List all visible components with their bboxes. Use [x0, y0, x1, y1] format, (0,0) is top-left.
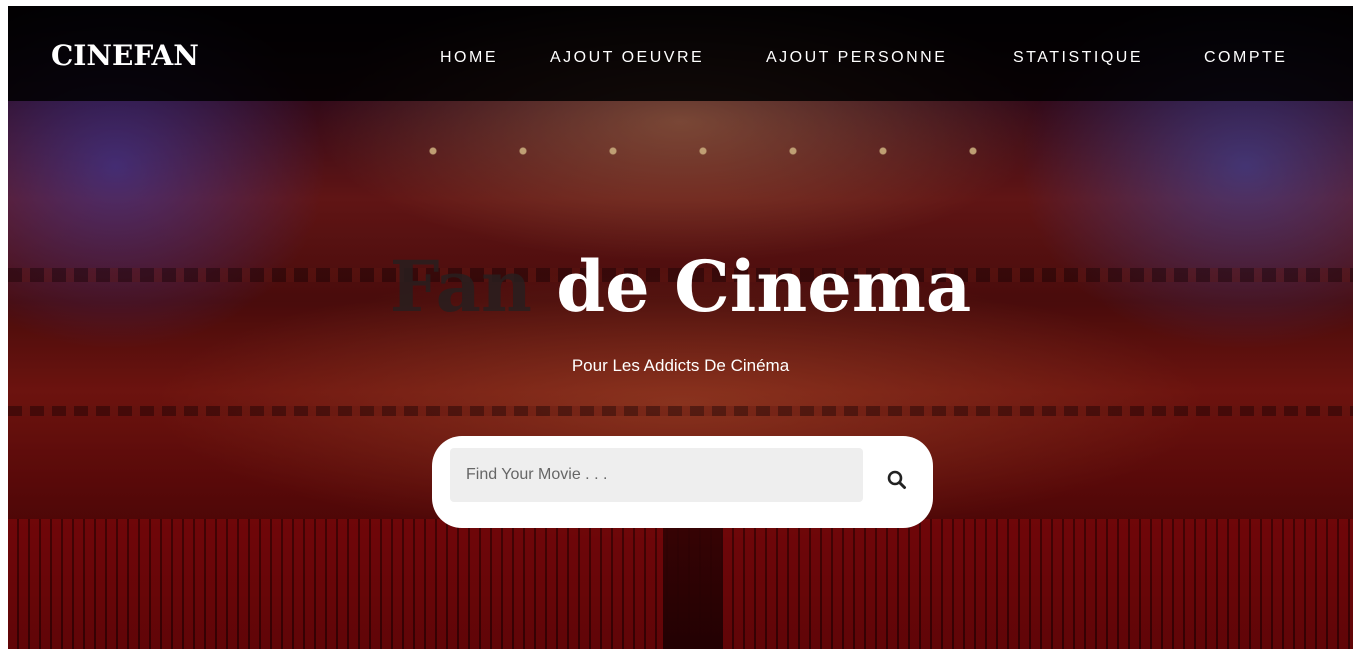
nav-item-ajout-oeuvre[interactable]: AJOUT OEUVRE: [550, 48, 704, 68]
hero-title-main: de Cinema: [531, 245, 972, 328]
nav-item-compte[interactable]: COMPTE: [1204, 48, 1287, 68]
search-input[interactable]: [450, 448, 863, 502]
nav-item-statistique[interactable]: STATISTIQUE: [1013, 48, 1143, 68]
top-navbar: CINEFAN HOME AJOUT OEUVRE AJOUT PERSONNE…: [8, 6, 1353, 101]
search-button[interactable]: [883, 466, 911, 494]
nav-menu: HOME AJOUT OEUVRE AJOUT PERSONNE STATIST…: [8, 48, 1353, 68]
hero-title-dim: Fan: [389, 245, 532, 328]
hero-title: Fan de Cinema: [8, 242, 1353, 332]
nav-item-home[interactable]: HOME: [440, 48, 498, 68]
search-icon: [887, 470, 906, 489]
page-frame: CINEFAN HOME AJOUT OEUVRE AJOUT PERSONNE…: [8, 6, 1353, 649]
nav-item-ajout-personne[interactable]: AJOUT PERSONNE: [766, 48, 947, 68]
search-bar: [432, 436, 933, 528]
hero-subtitle: Pour Les Addicts De Cinéma: [571, 356, 790, 375]
